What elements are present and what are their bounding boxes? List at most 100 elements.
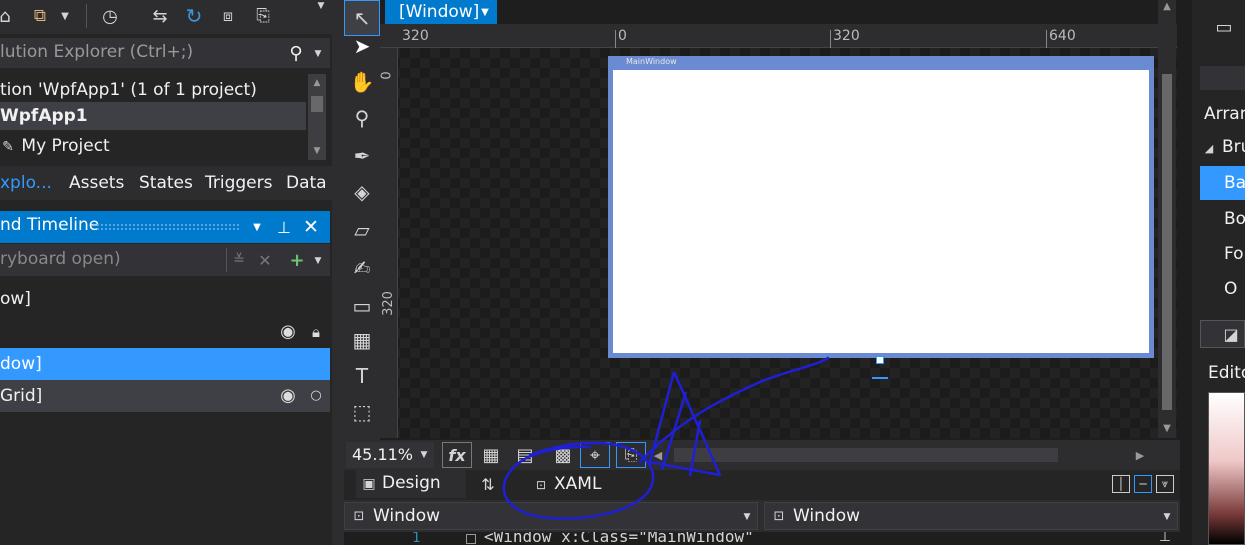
chevron-down-icon[interactable]: ▼ [418,446,430,464]
artboard-toolbar: 45.11% ▼ fx ▦ ▤ ▩ ⌖ ⎘ ◀ ▶ [344,440,1180,470]
tree-item-my-project[interactable]: ✎ My Project [0,132,306,160]
collapse-all-icon[interactable]: ⧈ [216,4,240,28]
xaml-editor[interactable]: 1 <Window x:Class="MainWindow" ⊥ [344,532,1180,545]
chevrons-down-icon[interactable]: ≚ [230,248,248,272]
chevron-up-icon[interactable]: ▲ [308,76,326,90]
snap-to-snaplines-icon[interactable]: ⌖ [580,442,610,468]
grid-icon[interactable]: ▦ [344,322,380,358]
sync-icon[interactable]: ⇆ [148,4,172,28]
chevron-down-icon[interactable]: ▼ [250,217,264,237]
vertical-scrollbar[interactable]: ▲ ▼ [308,74,326,160]
tree-item-label: My Project [21,136,110,156]
panel-splitter[interactable] [332,0,344,545]
solution-tree: tion 'WpfApp1' (1 of 1 project) WpfApp1 … [0,74,330,164]
artboard-background-icon[interactable]: ▩ [548,442,578,468]
scrollbar-thumb[interactable] [1162,74,1172,410]
collapse-pane-icon[interactable]: ⩔ [1156,475,1174,493]
chevron-down-icon[interactable]: ▼ [312,44,324,64]
expand-icon[interactable]: ◢ [1202,138,1216,158]
scope-dropdown-right[interactable]: ⊡ Window ▼ [764,502,1178,530]
eyedropper-icon[interactable]: ✒ [344,138,380,174]
chevron-down-icon[interactable]: ▼ [58,6,72,26]
switch-views-icon[interactable]: ⧉ [28,4,52,28]
eye-icon[interactable]: ◉ [274,320,302,344]
brush-row-label[interactable]: Fo [1224,244,1244,264]
snap-to-grid-icon[interactable]: ▤ [510,442,540,468]
scope-dropdown-left[interactable]: ⊡ Window ▼ [344,502,758,530]
zoom-icon[interactable]: ⚲ [344,100,380,136]
add-icon[interactable]: + [288,248,306,272]
project-code-icon[interactable]: ⎘ [616,442,646,468]
breadcrumb[interactable]: [Window] ▼ [385,0,497,24]
pan-icon[interactable]: ✋ [344,64,380,100]
swap-panes-icon[interactable]: ⇅ [476,472,500,496]
effects-icon[interactable]: fx [442,442,472,468]
close-storyboard-icon[interactable]: ✕ [256,248,274,272]
resize-handle[interactable] [876,356,884,364]
tree-item-project[interactable]: WpfApp1 [0,102,306,130]
horizontal-scrollbar-thumb[interactable] [674,448,1058,462]
drag-grip[interactable] [96,223,240,231]
chevron-down-icon[interactable]: ▼ [741,509,753,525]
timeline-row-grid[interactable]: Grid] ◉ ○ [0,380,330,412]
show-grid-icon[interactable]: ▦ [476,442,506,468]
name-field[interactable] [1200,66,1245,90]
close-icon[interactable]: ✕ [300,215,322,239]
pin-icon[interactable]: ⊥ [274,215,294,239]
solution-explorer-search[interactable]: lution Explorer (Ctrl+;) ⚲ ▼ [0,38,330,68]
eraser-icon[interactable]: ▱ [344,212,380,248]
chevron-left-icon[interactable]: ◀ [652,446,664,464]
history-icon[interactable]: ◷ [96,4,124,28]
tree-item-solution[interactable]: tion 'WpfApp1' (1 of 1 project) [0,76,306,104]
show-all-files-icon[interactable]: ⎘ [250,4,276,28]
lock-icon[interactable]: 🔒︎ [306,320,326,344]
tab-explorer[interactable]: xplo... [0,166,58,200]
brush-row-label[interactable]: Bo [1224,209,1245,229]
paint-bucket-icon[interactable]: ◈ [344,174,380,210]
zoom-combo[interactable]: 45.11% ▼ [346,442,434,468]
horizontal-split-icon[interactable]: ─ [1134,475,1152,493]
vertical-split-icon[interactable]: │ [1112,475,1130,493]
brush-type-selector[interactable]: ◪ [1200,320,1245,348]
selection-icon[interactable]: ➤ [344,28,380,64]
tab-states[interactable]: States [139,166,195,200]
split-handle-icon[interactable]: ⊥ [1156,532,1174,545]
brush-row-background[interactable]: Ba [1200,166,1245,200]
chevron-down-icon[interactable]: ▼ [308,144,326,158]
arrange-label[interactable]: Arran [1204,104,1245,124]
vertical-scrollbar[interactable]: ▲ ▼ [1158,0,1176,438]
color-picker[interactable] [1208,392,1245,545]
tab-xaml[interactable]: ⊡ XAML [530,472,610,498]
eye-icon[interactable]: ◉ [274,384,302,408]
gradient-brush-icon[interactable]: ◪ [1219,323,1243,345]
refresh-icon[interactable]: ↻ [182,4,206,28]
tab-assets[interactable]: Assets [69,166,129,200]
right-splitter[interactable] [1180,0,1192,545]
scrollbar-thumb[interactable] [311,96,323,112]
collapse-icon[interactable] [466,534,476,544]
chevron-up-icon[interactable]: ▲ [1158,0,1176,12]
chevron-down-icon[interactable]: ▼ [312,252,324,270]
timeline-row[interactable]: ow] [0,283,330,315]
ruler-tick-mark [830,30,831,48]
home-icon[interactable]: ⌂ [0,4,16,28]
chevron-down-icon[interactable]: ▼ [314,0,328,12]
chevron-down-icon[interactable]: ▼ [479,2,491,22]
search-icon[interactable]: ⚲ [284,40,308,66]
wrench-icon: ✎ [2,139,14,155]
chevron-down-icon[interactable]: ▼ [1161,509,1173,525]
textbox-icon[interactable]: T [344,358,380,394]
tab-data[interactable]: Data [286,166,332,200]
timeline-row-window[interactable]: dow] [0,348,330,380]
brush-row-label[interactable]: O [1224,279,1237,299]
rectangle-icon[interactable]: ▭ [344,288,380,324]
pen-icon[interactable]: ✍ [344,250,380,286]
window-canvas[interactable] [613,70,1149,353]
lock-toggle-icon[interactable]: ○ [308,384,324,408]
chevron-right-icon[interactable]: ▶ [1134,446,1146,464]
tab-design[interactable]: ▣ Design [356,470,466,498]
chevron-down-icon[interactable]: ▼ [1158,420,1176,436]
storyboard-picker[interactable]: ryboard open) ≚ ✕ + ▼ [0,244,330,276]
tab-triggers[interactable]: Triggers [205,166,275,200]
controls-icon[interactable]: ⬚ [344,394,380,430]
